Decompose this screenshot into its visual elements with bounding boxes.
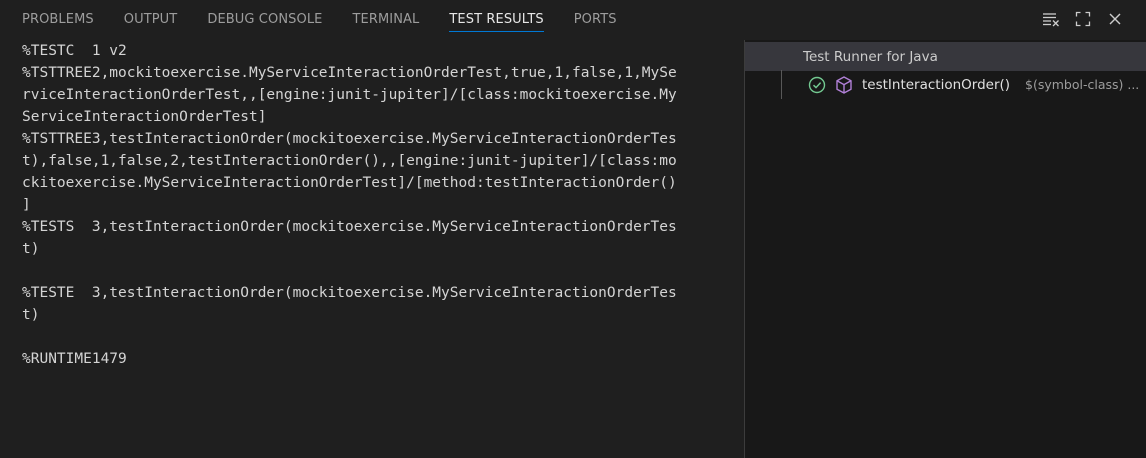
output-line: %TESTS 3,testInteractionOrder(mockitoexe… [22,219,677,235]
tree-item-test-interaction-order[interactable]: testInteractionOrder() $(symbol-class) .… [745,70,1146,99]
output-line: %TESTC 1 v2 [22,43,127,59]
output-line: ServiceInteractionOrderTest] [22,109,267,125]
tab-debug-console[interactable]: DEBUG CONSOLE [192,0,337,38]
output-line: t),false,1,false,2,testInteractionOrder(… [22,153,677,169]
maximize-panel-button[interactable] [1072,8,1094,30]
tab-output[interactable]: OUTPUT [109,0,193,38]
output-line: t) [22,241,40,257]
tree-item-label: testInteractionOrder() [862,76,1011,93]
output-line: %TESTE 3,testInteractionOrder(mockitoexe… [22,285,677,301]
output-line: rviceInteractionOrderTest,,[engine:junit… [22,87,677,103]
output-line: %RUNTIME1479 [22,351,127,367]
test-results-panel: PROBLEMS OUTPUT DEBUG CONSOLE TERMINAL T… [0,0,1146,458]
clear-output-icon [1043,13,1059,27]
maximize-panel-icon [1075,11,1091,27]
tab-terminal[interactable]: TERMINAL [337,0,434,38]
output-line: %TSTTREE3,testInteractionOrder(mockitoex… [22,131,677,147]
panel-actions [1040,8,1126,30]
test-output-text[interactable]: %TESTC 1 v2 %TSTTREE2,mockitoexercise.My… [22,40,747,458]
class-cube-icon [836,76,852,94]
clear-output-button[interactable] [1040,8,1062,30]
output-line: %TSTTREE2,mockitoexercise.MyServiceInter… [22,65,677,81]
tree-item-description: $(symbol-class) ... [1025,77,1140,92]
tree-item-label: Test Runner for Java [803,48,938,65]
indent-guide [781,70,782,99]
tab-ports[interactable]: PORTS [559,0,632,38]
output-line: ckitoexercise.MyServiceInteractionOrderT… [22,175,677,191]
close-icon [1109,13,1121,25]
output-line: ] [22,197,31,213]
close-panel-button[interactable] [1104,8,1126,30]
panel-tabs: PROBLEMS OUTPUT DEBUG CONSOLE TERMINAL T… [7,0,632,38]
tree-item-test-runner[interactable]: Test Runner for Java [745,42,1146,71]
tab-test-results[interactable]: TEST RESULTS [434,0,558,38]
tab-problems[interactable]: PROBLEMS [7,0,109,38]
panel-tab-bar: PROBLEMS OUTPUT DEBUG CONSOLE TERMINAL T… [0,0,1146,38]
test-tree: Test Runner for Java testInteractionOrde… [745,40,1146,458]
passed-check-icon [808,76,826,94]
output-line: t) [22,307,40,323]
